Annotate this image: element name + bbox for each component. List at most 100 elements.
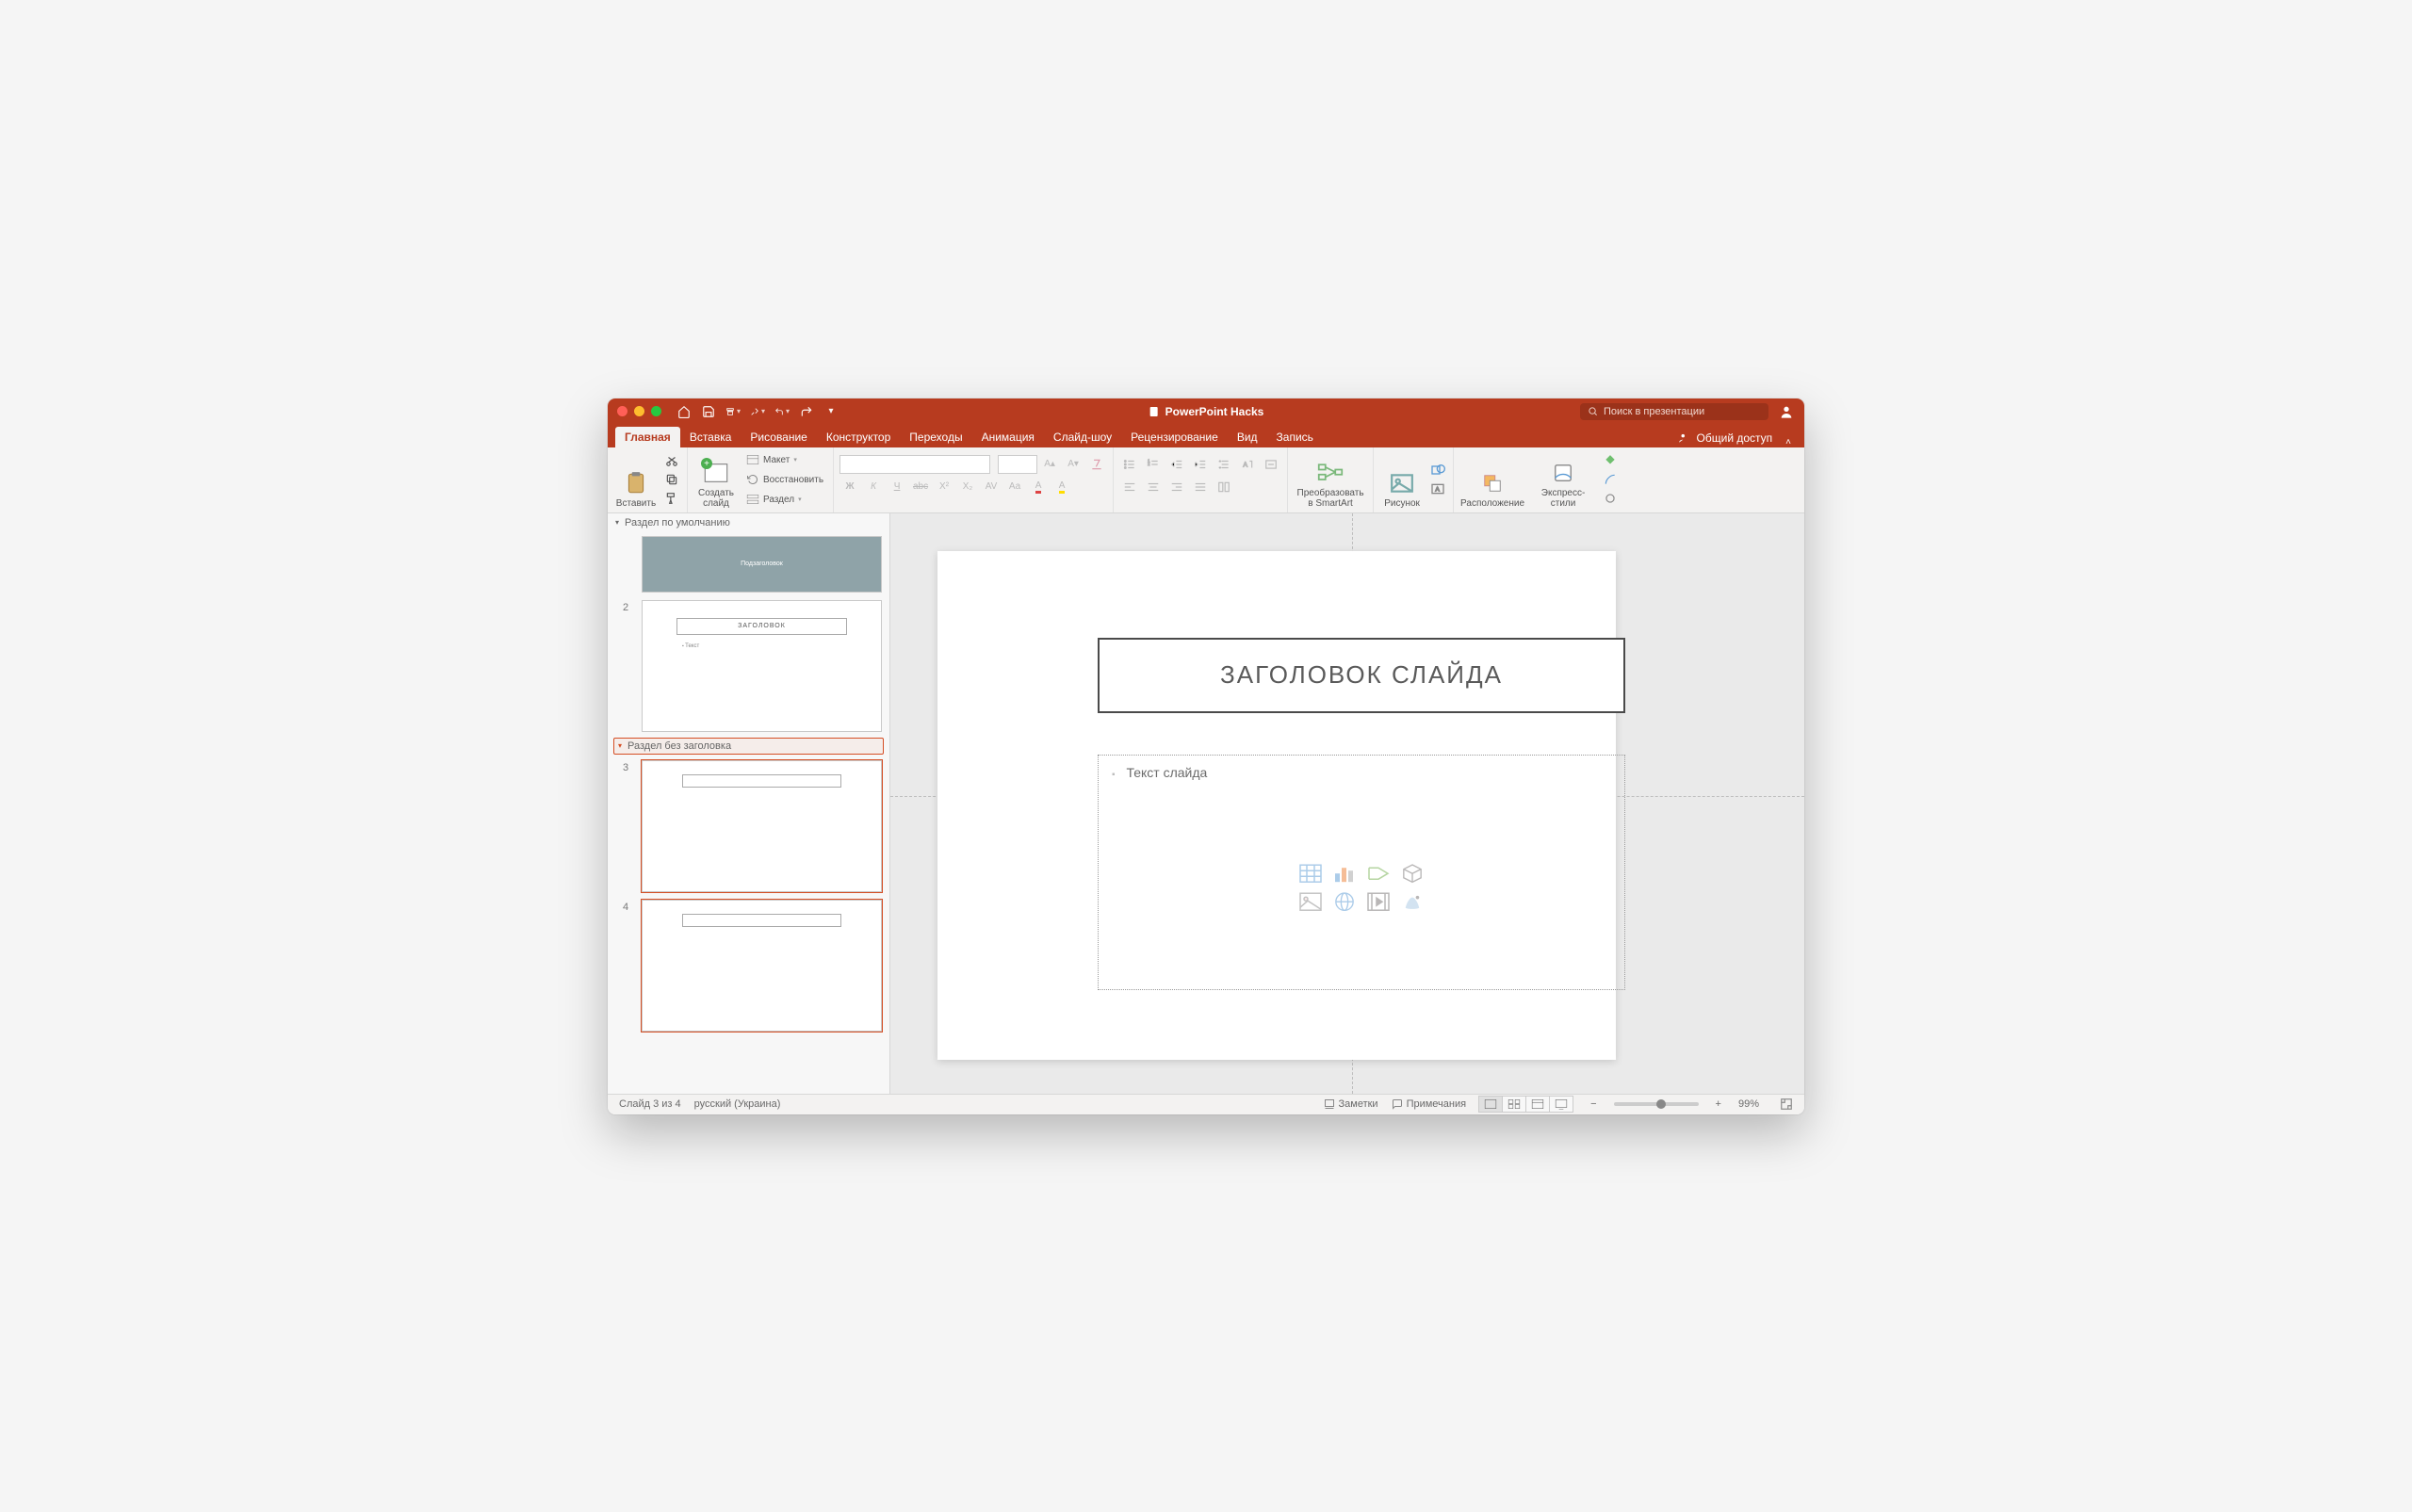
decrease-indent-button[interactable] [1166,455,1187,474]
zoom-slider[interactable] [1614,1102,1699,1106]
subscript-button[interactable]: X₂ [957,478,978,496]
tab-animations[interactable]: Анимация [972,427,1044,447]
align-text-button[interactable] [1261,455,1281,474]
search-input[interactable]: Поиск в презентации [1580,403,1768,420]
insert-picture-icon[interactable] [1296,890,1325,913]
slide-canvas[interactable]: ЗАГОЛОВОК СЛАЙДА Текст слайда [890,513,1804,1094]
zoom-in-button[interactable]: + [1712,1098,1725,1110]
clear-format-button[interactable] [1086,455,1107,474]
paste-button[interactable]: Вставить [613,450,659,509]
section-button[interactable]: Раздел▾ [742,491,827,508]
increase-font-button[interactable]: A▴ [1039,455,1060,474]
ribbon: Вставить + Создать слайд Макет▾ Восстано… [608,447,1804,513]
font-color-button[interactable]: A [1028,478,1049,496]
columns-button[interactable] [1214,478,1234,496]
reading-view-button[interactable] [1525,1096,1550,1113]
normal-view-button[interactable] [1478,1096,1503,1113]
cut-button[interactable] [662,452,681,469]
close-window-button[interactable] [617,406,627,416]
tab-home[interactable]: Главная [615,427,680,447]
tab-transitions[interactable]: Переходы [900,427,971,447]
text-direction-button[interactable]: A [1237,455,1258,474]
zoom-window-button[interactable] [651,406,661,416]
slide-thumb-4[interactable]: 4 [608,896,889,1035]
insert-chart-icon[interactable] [1330,862,1359,885]
slide-panel[interactable]: ▾Раздел по умолчанию Подзаголовок 2 ЗАГО… [608,513,890,1094]
underline-button[interactable]: Ч [887,478,907,496]
tab-review[interactable]: Рецензирование [1121,427,1228,447]
insert-online-picture-icon[interactable] [1330,890,1359,913]
convert-smartart-button[interactable]: Преобразоватьв SmartArt [1294,450,1367,509]
bold-button[interactable]: Ж [839,478,860,496]
align-left-button[interactable] [1119,478,1140,496]
undo-icon[interactable]: ▾ [774,404,790,419]
section-header-default[interactable]: ▾Раздел по умолчанию [608,513,889,532]
slide-thumb-3[interactable]: 3 [608,756,889,896]
redo-icon[interactable] [799,404,814,419]
fit-to-window-button[interactable] [1780,1097,1793,1111]
touch-mode-icon[interactable]: ▾ [750,404,765,419]
insert-smartart-icon[interactable] [1364,862,1393,885]
line-spacing-button[interactable] [1214,455,1234,474]
decrease-font-button[interactable]: A▾ [1063,455,1084,474]
quick-styles-button[interactable]: Экспресс-стили [1529,450,1597,509]
text-box-button[interactable]: A [1428,480,1447,497]
superscript-button[interactable]: X² [934,478,954,496]
font-size-select[interactable] [998,455,1037,474]
new-slide-button[interactable]: + Создать слайд [693,450,739,509]
tab-insert[interactable]: Вставка [680,427,742,447]
change-case-button[interactable]: Aa [1004,478,1025,496]
insert-3d-icon[interactable] [1398,862,1426,885]
shape-fill-button[interactable] [1601,452,1620,469]
tab-view[interactable]: Вид [1228,427,1267,447]
numbering-button[interactable]: 12 [1143,455,1164,474]
comments-button[interactable]: Примечания [1392,1098,1467,1110]
slide-thumb-2[interactable]: 2 ЗАГОЛОВОК Текст [608,596,889,736]
body-placeholder[interactable]: Текст слайда [1098,755,1625,990]
title-placeholder[interactable]: ЗАГОЛОВОК СЛАЙДА [1098,638,1625,713]
tab-design[interactable]: Конструктор [817,427,900,447]
section-header-untitled[interactable]: ▾Раздел без заголовка [613,738,884,755]
print-icon[interactable]: ▾ [725,404,741,419]
italic-button[interactable]: К [863,478,884,496]
increase-indent-button[interactable] [1190,455,1211,474]
shape-effects-button[interactable] [1601,490,1620,507]
tab-slideshow[interactable]: Слайд-шоу [1044,427,1121,447]
home-icon[interactable] [676,404,692,419]
slide-surface[interactable]: ЗАГОЛОВОК СЛАЙДА Текст слайда [937,551,1616,1060]
shape-outline-button[interactable] [1601,471,1620,488]
sorter-view-button[interactable] [1502,1096,1526,1113]
strikethrough-button[interactable]: abc [910,478,931,496]
justify-button[interactable] [1190,478,1211,496]
bullets-button[interactable] [1119,455,1140,474]
tab-draw[interactable]: Рисование [741,427,816,447]
arrange-button[interactable]: Расположение [1459,450,1525,509]
slideshow-view-button[interactable] [1549,1096,1573,1113]
reset-button[interactable]: Восстановить [742,471,827,488]
shapes-button[interactable] [1428,462,1447,479]
copy-button[interactable] [662,471,681,488]
format-painter-button[interactable] [662,490,681,507]
insert-icon-icon[interactable] [1398,890,1426,913]
presence-indicator[interactable] [1778,403,1795,420]
save-icon[interactable] [701,404,716,419]
slide-thumb-1[interactable]: Подзаголовок [608,532,889,596]
tab-record[interactable]: Запись [1267,427,1323,447]
picture-button[interactable]: Рисунок [1379,450,1425,509]
layout-button[interactable]: Макет▾ [742,451,827,468]
minimize-window-button[interactable] [634,406,644,416]
notes-button[interactable]: Заметки [1324,1098,1378,1110]
font-family-select[interactable] [839,455,990,474]
zoom-level[interactable]: 99% [1738,1098,1759,1110]
collapse-ribbon-button[interactable]: ˄ [1780,437,1797,447]
char-spacing-button[interactable]: AV [981,478,1002,496]
highlight-button[interactable]: A [1051,478,1072,496]
language-indicator[interactable]: русский (Украина) [694,1098,781,1110]
align-center-button[interactable] [1143,478,1164,496]
align-right-button[interactable] [1166,478,1187,496]
insert-table-icon[interactable] [1296,862,1325,885]
zoom-out-button[interactable]: − [1587,1098,1600,1110]
insert-video-icon[interactable] [1364,890,1393,913]
qat-customize-icon[interactable]: ▾ [823,404,839,419]
share-button[interactable]: Общий доступ [1670,429,1781,447]
